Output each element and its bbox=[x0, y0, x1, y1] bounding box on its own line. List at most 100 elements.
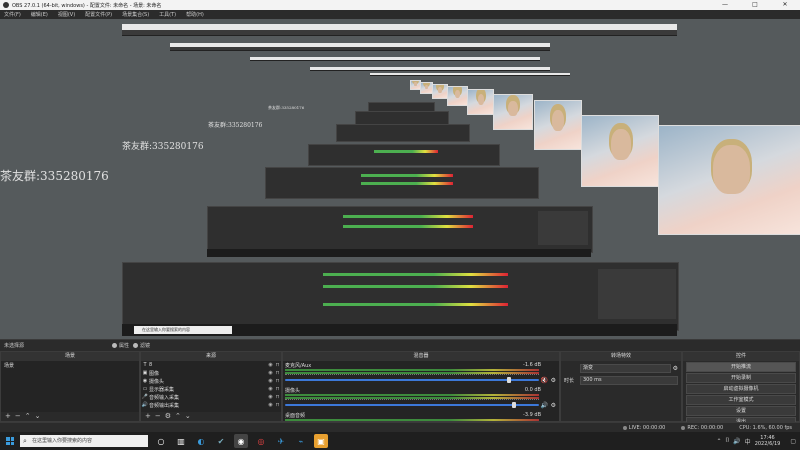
scene-item[interactable]: 场景 bbox=[1, 361, 139, 370]
source-properties-gear-icon[interactable]: ⚙ bbox=[165, 412, 171, 421]
source-item[interactable]: ▭ 显示器采集 ◉ ⊓ bbox=[141, 385, 281, 393]
move-up-button[interactable]: ⌃ bbox=[25, 412, 31, 421]
volume-slider-handle[interactable] bbox=[511, 402, 516, 408]
menu-view[interactable]: 视图(V) bbox=[58, 11, 75, 18]
notification-icon[interactable]: ▢ bbox=[790, 438, 796, 445]
settings-button[interactable]: 设置 bbox=[686, 406, 796, 416]
lock-icon[interactable]: ⊓ bbox=[274, 402, 281, 408]
menu-tools[interactable]: 工具(T) bbox=[159, 11, 176, 18]
rec-indicator-icon bbox=[681, 426, 686, 430]
source-name: 音频输入采集 bbox=[149, 394, 180, 401]
visibility-eye-icon[interactable]: ◉ bbox=[267, 370, 274, 376]
filters-button[interactable]: 滤镜 bbox=[133, 342, 150, 349]
taskbar-clock[interactable]: 17:46 2022/6/19 bbox=[755, 435, 781, 447]
duration-input[interactable]: 300 ms bbox=[580, 375, 678, 385]
input-method-indicator[interactable]: 中 bbox=[745, 437, 751, 446]
network-icon[interactable]: ⌷ bbox=[726, 437, 730, 445]
visibility-eye-icon[interactable]: ◉ bbox=[267, 394, 274, 400]
level-meter bbox=[285, 419, 539, 421]
lock-icon[interactable]: ⊓ bbox=[274, 370, 281, 376]
app-icon[interactable]: ✈ bbox=[274, 434, 288, 448]
gear-icon[interactable]: ⚙ bbox=[551, 377, 556, 384]
task-view-icon[interactable]: ▥ bbox=[174, 434, 188, 448]
webcam-image bbox=[410, 80, 421, 90]
nested-window-titlebar bbox=[310, 67, 550, 71]
source-item[interactable]: T 8 ◉ ⊓ bbox=[141, 361, 281, 369]
menu-help[interactable]: 帮助(H) bbox=[186, 11, 204, 18]
menu-edit[interactable]: 编辑(E) bbox=[31, 11, 48, 18]
preview-watermark-text: 茶友群:335280176 bbox=[268, 105, 305, 110]
scene-transitions-dock: 转场特效 渐变 ⚙ 时长 300 ms bbox=[560, 351, 682, 422]
source-item[interactable]: 🎤 音频输入采集 ◉ ⊓ bbox=[141, 393, 281, 401]
source-item[interactable]: ▣ 图像 ◉ ⊓ bbox=[141, 369, 281, 377]
audio-output-icon: 🔊 bbox=[141, 402, 149, 408]
visibility-eye-icon[interactable]: ◉ bbox=[267, 378, 274, 384]
properties-label: 属性 bbox=[119, 343, 130, 349]
duration-label: 时长 bbox=[564, 377, 575, 384]
lock-icon[interactable]: ⊓ bbox=[274, 362, 281, 368]
gear-icon[interactable]: ⚙ bbox=[551, 402, 556, 409]
gear-icon bbox=[112, 343, 118, 348]
lock-icon[interactable]: ⊓ bbox=[274, 394, 281, 400]
visibility-eye-icon[interactable]: ◉ bbox=[267, 386, 274, 392]
rec-status: REC: 00:00:00 bbox=[681, 425, 731, 431]
start-streaming-button[interactable]: 开始推流 bbox=[686, 362, 796, 372]
edge-icon[interactable]: ◐ bbox=[194, 434, 208, 448]
add-scene-button[interactable]: + bbox=[5, 412, 11, 421]
mixer-channel: 摄像头 0.0 dB 🔊 ⚙ bbox=[285, 387, 557, 411]
studio-mode-button[interactable]: 工作室模式 bbox=[686, 395, 796, 405]
webcam-image bbox=[581, 115, 659, 187]
sources-list[interactable]: T 8 ◉ ⊓ ▣ 图像 ◉ ⊓ ◉ 摄像头 ◉ ⊓ ▭ 显示器采集 ◉ ⊓ 🎤… bbox=[141, 361, 281, 412]
properties-button[interactable]: 属性 bbox=[112, 342, 129, 349]
visibility-eye-icon[interactable]: ◉ bbox=[267, 362, 274, 368]
obs-taskbar-icon[interactable]: ◉ bbox=[234, 434, 248, 448]
app-icon[interactable]: ⌁ bbox=[294, 434, 308, 448]
speaker-muted-icon[interactable]: 🔇 bbox=[541, 377, 548, 384]
windows-start-icon[interactable] bbox=[6, 437, 14, 445]
lock-icon[interactable]: ⊓ bbox=[274, 386, 281, 392]
remove-source-button[interactable]: − bbox=[155, 412, 161, 421]
move-up-button[interactable]: ⌃ bbox=[175, 412, 181, 421]
menu-file[interactable]: 文件(F) bbox=[4, 11, 21, 18]
taskbar-search-box[interactable]: 在这里输入你要搜索的内容 bbox=[20, 435, 148, 447]
move-down-button[interactable]: ⌄ bbox=[185, 412, 191, 421]
move-down-button[interactable]: ⌄ bbox=[35, 412, 41, 421]
preview-canvas[interactable]: 茶友群:335280176 茶友群:335280176 茶友群:33528017… bbox=[0, 19, 800, 339]
nested-menu-bar bbox=[122, 30, 677, 36]
menu-scene-collection[interactable]: 场景集合(S) bbox=[122, 11, 149, 18]
scenes-list[interactable]: 场景 bbox=[1, 361, 139, 412]
remove-scene-button[interactable]: − bbox=[15, 412, 21, 421]
minimize-button[interactable]: — bbox=[710, 0, 740, 10]
app-icon[interactable]: ▣ bbox=[314, 434, 328, 448]
transition-gear-icon[interactable]: ⚙ bbox=[673, 365, 678, 372]
source-item[interactable]: ◉ 摄像头 ◉ ⊓ bbox=[141, 377, 281, 385]
transition-type-select[interactable]: 渐变 bbox=[580, 363, 671, 373]
source-toolbar: 未选择源 属性 滤镜 bbox=[0, 339, 800, 351]
maximize-button[interactable]: □ bbox=[740, 0, 770, 10]
add-source-button[interactable]: + bbox=[145, 412, 151, 421]
volume-fader[interactable] bbox=[285, 404, 539, 406]
volume-slider-handle[interactable] bbox=[506, 377, 511, 383]
no-source-selected-label: 未选择源 bbox=[4, 343, 25, 349]
transition-type-row: 渐变 ⚙ bbox=[564, 363, 678, 373]
source-name: 音频输出采集 bbox=[149, 402, 180, 409]
nested-obs-docks bbox=[122, 262, 679, 331]
visibility-eye-icon[interactable]: ◉ bbox=[267, 402, 274, 408]
speaker-icon[interactable]: 🔊 bbox=[541, 402, 548, 409]
volume-icon[interactable]: 🔊 bbox=[733, 438, 740, 445]
lock-icon[interactable]: ⊓ bbox=[274, 378, 281, 384]
volume-fader[interactable] bbox=[285, 379, 539, 381]
app-icon[interactable]: ✔ bbox=[214, 434, 228, 448]
start-recording-button[interactable]: 开始录制 bbox=[686, 373, 796, 383]
tray-chevron-icon[interactable]: ⌃ bbox=[717, 438, 722, 445]
close-button[interactable]: ✕ bbox=[770, 0, 800, 10]
window-controls: — □ ✕ bbox=[710, 0, 800, 10]
netease-music-icon[interactable]: ◎ bbox=[254, 434, 268, 448]
source-item[interactable]: 🔊 音频输出采集 ◉ ⊓ bbox=[141, 401, 281, 409]
cortana-icon[interactable]: ○ bbox=[154, 434, 168, 448]
sources-toolbar: + − ⚙ ⌃ ⌄ bbox=[141, 412, 281, 421]
window-title: OBS 27.0.1 (64-bit, windows) - 配置文件: 未命名… bbox=[12, 2, 162, 9]
channel-db: -3.9 dB bbox=[523, 412, 541, 418]
menu-profile[interactable]: 配置文件(P) bbox=[85, 11, 112, 18]
start-virtual-camera-button[interactable]: 启动虚拟摄像机 bbox=[686, 384, 796, 394]
